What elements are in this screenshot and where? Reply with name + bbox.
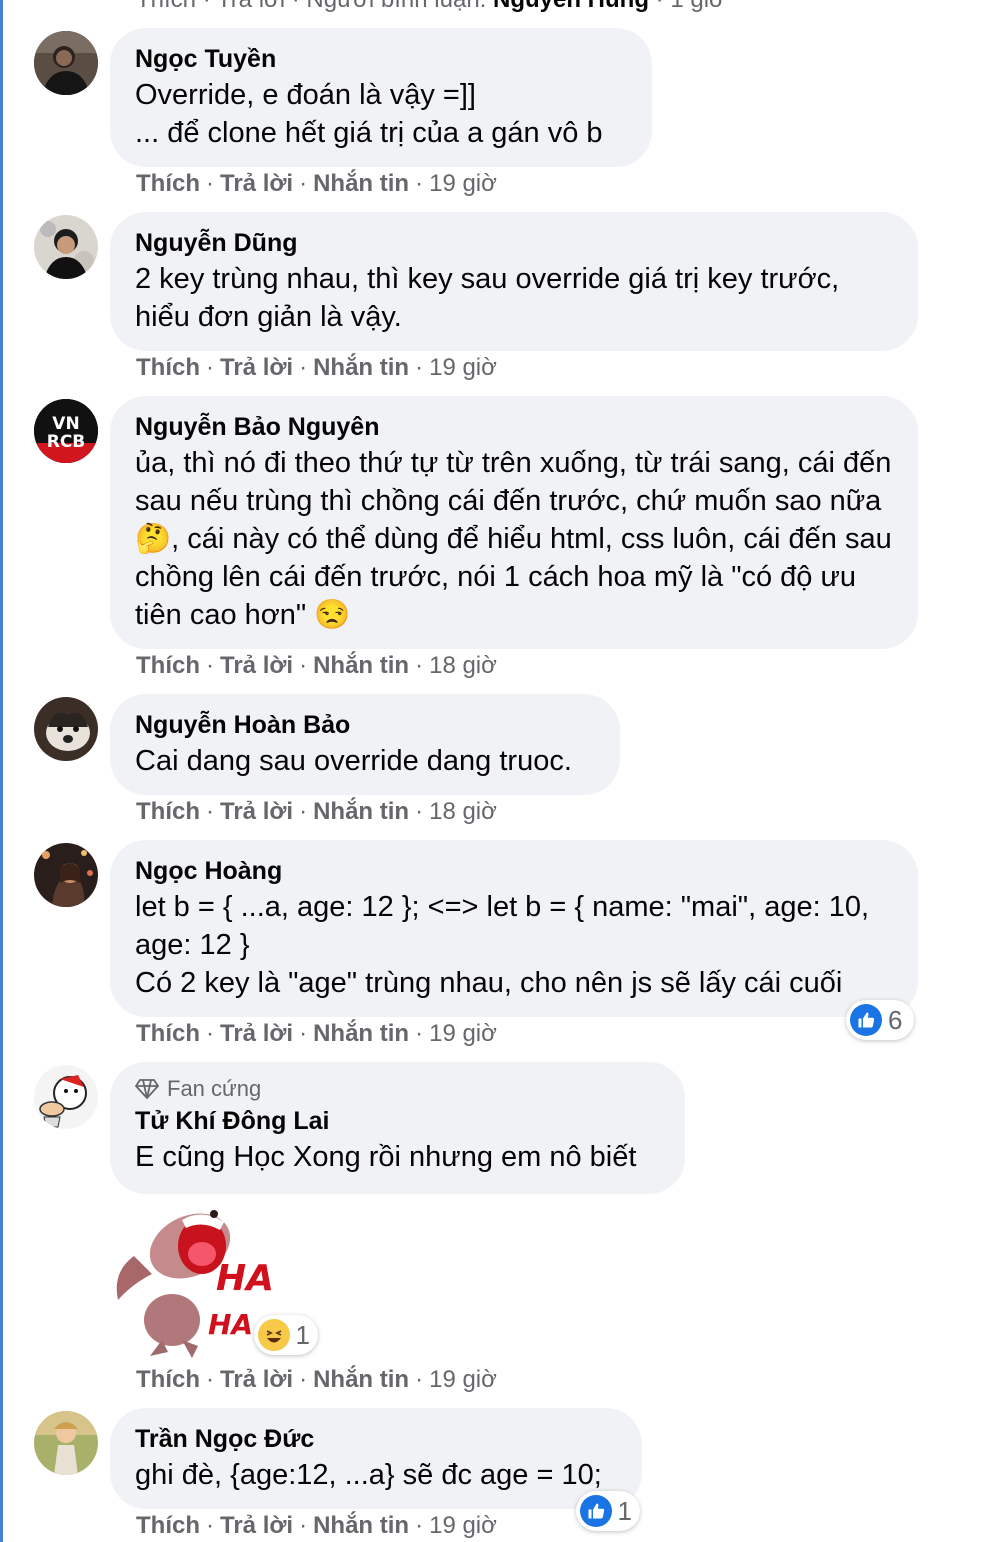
avatar[interactable] — [34, 215, 98, 279]
comment-time[interactable]: 18 giờ — [429, 798, 497, 825]
sticker-text-bottom: HA — [208, 1308, 253, 1341]
comment-author[interactable]: Nguyễn Bảo Nguyên — [135, 410, 893, 444]
comment-bubble: Nguyễn Bảo Nguyên ủa, thì nó đi theo thứ… — [110, 396, 918, 649]
message-link[interactable]: Nhắn tin — [313, 652, 409, 679]
comment-author[interactable]: Nguyễn Hoàn Bảo — [135, 708, 595, 742]
message-link[interactable]: Nhắn tin — [313, 354, 409, 381]
comment-text: 2 key trùng nhau, thì key sau override g… — [135, 263, 840, 333]
comment-time[interactable]: 19 giờ — [429, 1020, 497, 1047]
previous-comment-actions: Thích · Trả lời · Người bình luận: Nguyễ… — [136, 0, 725, 14]
reaction-summary[interactable]: 1 — [254, 1315, 318, 1355]
reaction-count: 6 — [888, 1004, 903, 1035]
like-link[interactable]: Thích — [136, 652, 200, 679]
like-link[interactable]: Thích — [136, 1020, 200, 1047]
reply-link[interactable]: Trả lời — [220, 170, 293, 197]
comment-author[interactable]: Nguyễn Dũng — [135, 226, 893, 260]
comment-time[interactable]: 19 giờ — [429, 170, 497, 197]
reply-link[interactable]: Trả lời — [220, 652, 293, 679]
avatar[interactable] — [34, 31, 98, 95]
message-link[interactable]: Nhắn tin — [313, 170, 409, 197]
comment-text: ủa, thì nó đi theo thứ tự từ trên xuống,… — [135, 447, 892, 631]
comment-time[interactable]: 19 giờ — [429, 354, 497, 381]
message-link[interactable]: Nhắn tin — [313, 1512, 409, 1539]
comment-actions: Thích · Trả lời · Nhắn tin · 19 giờ — [136, 170, 497, 197]
avatar[interactable]: VN RCB — [34, 399, 98, 463]
reaction-count: 1 — [617, 1495, 632, 1526]
previous-actions-text: Thích · Trả lời · Người bình luận: — [136, 0, 493, 13]
message-link[interactable]: Nhắn tin — [313, 1020, 409, 1047]
reply-link[interactable]: Trả lời — [220, 1020, 293, 1047]
comment-text: Cai dang sau override dang truoc. — [135, 745, 572, 777]
comment-bubble: Nguyễn Dũng 2 key trùng nhau, thì key sa… — [110, 212, 918, 351]
reaction-summary[interactable]: 6 — [846, 1000, 914, 1040]
like-link[interactable]: Thích — [136, 1512, 200, 1539]
comment-actions: Thích · Trả lời · Nhắn tin · 19 giờ — [136, 1366, 497, 1393]
like-icon — [580, 1495, 612, 1527]
comment-actions: Thích · Trả lời · Nhắn tin · 19 giờ — [136, 1512, 497, 1539]
message-link[interactable]: Nhắn tin — [313, 1366, 409, 1393]
comment-actions: Thích · Trả lời · Nhắn tin · 19 giờ — [136, 354, 497, 381]
message-link[interactable]: Nhắn tin — [313, 798, 409, 825]
comment-actions: Thích · Trả lời · Nhắn tin · 19 giờ — [136, 1020, 497, 1047]
comment-bubble: Trần Ngọc Đức ghi đè, {age:12, ...a} sẽ … — [110, 1408, 642, 1509]
badge-label: Fan cứng — [167, 1076, 262, 1101]
previous-replier[interactable]: Nguyễn Hùng — [493, 0, 649, 13]
avatar[interactable] — [34, 1065, 98, 1129]
comment-text: E cũng Học Xong rồi nhưng em nô biết — [135, 1141, 637, 1173]
reply-link[interactable]: Trả lời — [220, 1366, 293, 1393]
left-rule — [0, 0, 3, 1542]
comment-text: let b = { ...a, age: 12 }; <=> let b = {… — [135, 891, 870, 999]
sticker-text-top: HA — [216, 1258, 272, 1299]
comment-bubble: Ngọc Hoàng let b = { ...a, age: 12 }; <=… — [110, 840, 918, 1017]
comment-text: ghi đè, {age:12, ...a} sẽ đc age = 10; — [135, 1459, 602, 1491]
like-icon — [850, 1004, 882, 1036]
avatar[interactable] — [34, 697, 98, 761]
comment-actions: Thích · Trả lời · Nhắn tin · 18 giờ — [136, 798, 497, 825]
comment-time[interactable]: 19 giờ — [429, 1512, 497, 1539]
reaction-count: 1 — [295, 1319, 310, 1350]
comment-time[interactable]: 18 giờ — [429, 652, 497, 679]
avatar[interactable] — [34, 843, 98, 907]
comment-author[interactable]: Tử Khí Đông Lai — [135, 1104, 660, 1138]
reply-link[interactable]: Trả lời — [220, 798, 293, 825]
like-link[interactable]: Thích — [136, 798, 200, 825]
comment-author[interactable]: Ngọc Tuyền — [135, 42, 627, 76]
comment-author[interactable]: Ngọc Hoàng — [135, 854, 893, 888]
comment-bubble: Nguyễn Hoàn Bảo Cai dang sau override da… — [110, 694, 620, 795]
avatar[interactable] — [34, 1411, 98, 1475]
comment-bubble: Ngọc Tuyền Override, e đoán là vậy =]] .… — [110, 28, 652, 167]
avatar-logo-text-bottom: RCB — [47, 432, 86, 452]
comment-text: Override, e đoán là vậy =]] ... để clone… — [135, 79, 603, 149]
top-fan-badge: Fan cứng — [135, 1074, 660, 1104]
avatar-logo-text-top: VN — [52, 414, 79, 434]
comment-time[interactable]: 19 giờ — [429, 1366, 497, 1393]
haha-sticker[interactable]: HA HA — [112, 1200, 274, 1360]
reply-link[interactable]: Trả lời — [220, 354, 293, 381]
diamond-icon — [135, 1079, 159, 1100]
previous-time: · 1 giờ — [649, 0, 725, 13]
comment-actions: Thích · Trả lời · Nhắn tin · 18 giờ — [136, 652, 497, 679]
comment-bubble: Fan cứng Tử Khí Đông Lai E cũng Học Xong… — [110, 1062, 685, 1194]
comment-author[interactable]: Trần Ngọc Đức — [135, 1422, 617, 1456]
like-link[interactable]: Thích — [136, 1366, 200, 1393]
reply-link[interactable]: Trả lời — [220, 1512, 293, 1539]
like-link[interactable]: Thích — [136, 354, 200, 381]
like-link[interactable]: Thích — [136, 170, 200, 197]
haha-icon — [258, 1319, 290, 1351]
reaction-summary[interactable]: 1 — [576, 1491, 640, 1531]
